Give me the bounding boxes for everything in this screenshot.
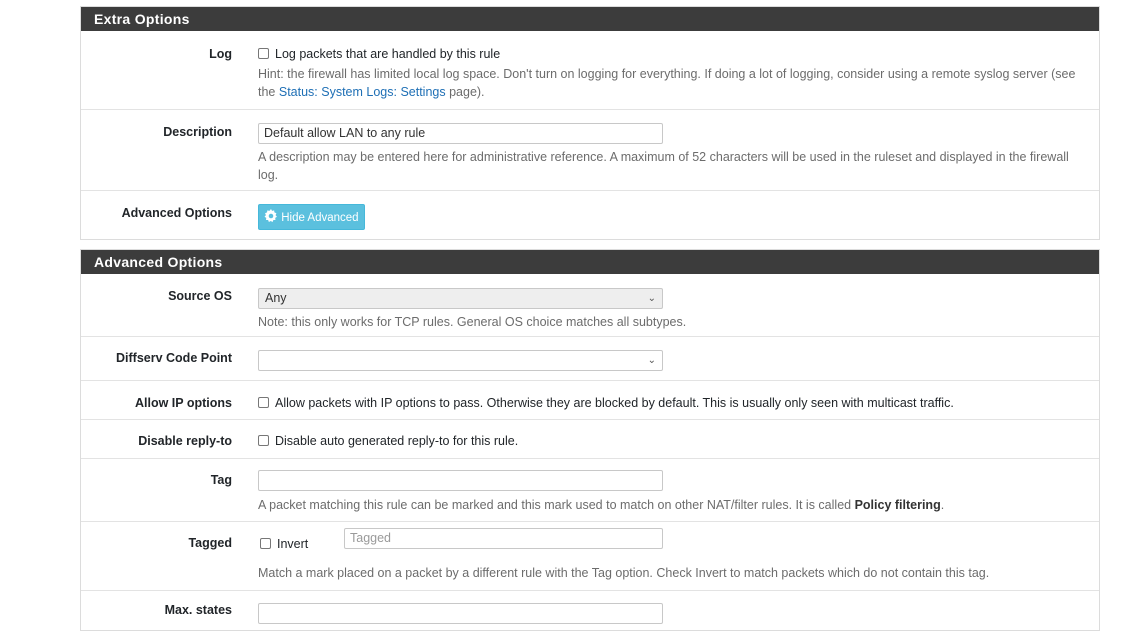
log-checkbox[interactable]	[258, 48, 269, 60]
tagged-help: Match a mark placed on a packet by a dif…	[258, 566, 990, 580]
allow-ip-options-row: Allow IP options Allow packets with IP o…	[81, 380, 1099, 419]
diffserv-content: ⌄	[258, 350, 1083, 371]
source-os-select[interactable]: Any ⌄	[258, 288, 663, 309]
log-hint: Hint: the firewall has limited local log…	[258, 65, 1083, 101]
allow-ip-options-label: Allow IP options	[135, 396, 232, 410]
disable-reply-to-checkbox[interactable]	[258, 435, 269, 447]
hide-advanced-label: Hide Advanced	[281, 212, 359, 224]
source-os-help: Note: this only works for TCP rules. Gen…	[258, 315, 687, 329]
max-states-row: Max. states	[81, 590, 1099, 631]
disable-reply-to-content: Disable auto generated reply-to for this…	[258, 433, 1083, 448]
description-content: Default allow LAN to any rule A descript…	[258, 123, 1083, 184]
tagged-input[interactable]: Tagged	[344, 528, 663, 549]
tag-input[interactable]	[258, 470, 663, 491]
system-logs-settings-link[interactable]: Status: System Logs: Settings	[279, 85, 446, 99]
hide-advanced-button[interactable]: Hide Advanced	[258, 204, 365, 230]
source-os-selected: Any	[265, 291, 287, 305]
tagged-invert-checkbox[interactable]	[260, 538, 271, 550]
advanced-options-heading: Advanced Options	[81, 250, 1099, 274]
description-row: Description Default allow LAN to any rul…	[81, 109, 1099, 190]
tag-label: Tag	[210, 473, 232, 487]
tag-row: Tag A packet matching this rule can be m…	[81, 458, 1099, 521]
disable-reply-to-checkbox-label: Disable auto generated reply-to for this…	[275, 434, 519, 448]
source-os-row: Source OS Any ⌄ Note: this only works fo…	[81, 274, 1099, 336]
description-help: A description may be entered here for ad…	[258, 150, 1069, 182]
disable-reply-to-label: Disable reply-to	[138, 434, 232, 448]
source-os-label: Source OS	[168, 289, 232, 303]
allow-ip-options-content: Allow packets with IP options to pass. O…	[258, 395, 1083, 410]
chevron-down-icon: ⌄	[647, 293, 656, 304]
description-label: Description	[163, 125, 232, 139]
extra-options-heading: Extra Options	[81, 7, 1099, 31]
disable-reply-to-row: Disable reply-to Disable auto generated …	[81, 419, 1099, 458]
chevron-down-icon: ⌄	[647, 355, 656, 366]
log-label: Log	[209, 47, 232, 61]
advanced-options-row: Advanced Options Hide Advanced	[81, 190, 1099, 238]
diffserv-select[interactable]: ⌄	[258, 350, 663, 371]
tag-help: A packet matching this rule can be marke…	[258, 496, 1083, 514]
advanced-options-label: Advanced Options	[121, 206, 232, 220]
tagged-label: Tagged	[188, 536, 232, 550]
max-states-label: Max. states	[164, 603, 232, 617]
diffserv-label: Diffserv Code Point	[116, 351, 232, 365]
advanced-options-content: Hide Advanced	[258, 204, 1083, 230]
log-hint-suffix: page).	[445, 85, 485, 99]
allow-ip-options-checkbox-label: Allow packets with IP options to pass. O…	[275, 396, 954, 410]
log-row: Log Log packets that are handled by this…	[81, 31, 1099, 109]
tag-help-text: A packet matching this rule can be marke…	[258, 498, 855, 512]
max-states-input[interactable]	[258, 603, 663, 624]
tagged-invert-label: Invert	[277, 537, 309, 551]
log-checkbox-label: Log packets that are handled by this rul…	[275, 47, 501, 61]
diffserv-row: Diffserv Code Point ⌄	[81, 336, 1099, 380]
allow-ip-options-checkbox[interactable]	[258, 397, 269, 409]
gear-icon	[264, 209, 277, 223]
log-content: Log packets that are handled by this rul…	[258, 46, 1083, 101]
tag-help-suffix: .	[940, 498, 945, 512]
max-states-content	[258, 603, 1083, 624]
tag-content: A packet matching this rule can be marke…	[258, 470, 1083, 514]
tagged-row: Tagged Invert Tagged Match a mark placed…	[81, 521, 1099, 590]
policy-filtering-text: Policy filtering	[854, 498, 941, 512]
description-input[interactable]: Default allow LAN to any rule	[258, 123, 663, 144]
source-os-content: Any ⌄ Note: this only works for TCP rule…	[258, 288, 1083, 331]
advanced-options-panel: Advanced Options Source OS Any ⌄ Note: t…	[80, 249, 1100, 631]
extra-options-panel: Extra Options Log Log packets that are h…	[80, 6, 1100, 240]
